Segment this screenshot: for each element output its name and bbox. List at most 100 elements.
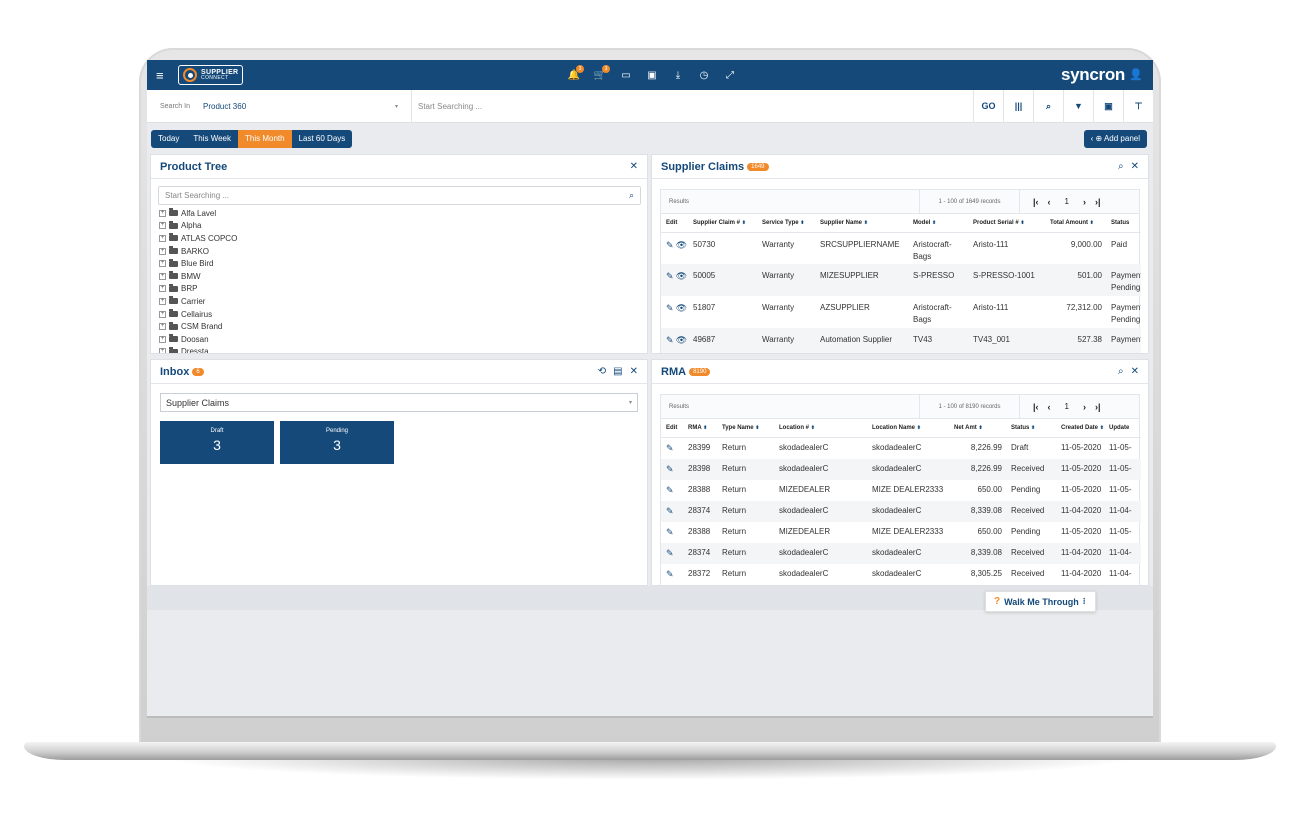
column-header[interactable]: Created Date ⬍ — [1056, 419, 1104, 438]
inbox-tile-draft[interactable]: Draft 3 — [160, 421, 274, 464]
bell-icon[interactable]: 🔔 3 — [561, 64, 587, 81]
expand-icon[interactable]: + — [159, 335, 166, 343]
expand-icon[interactable]: ⤢ — [717, 70, 743, 81]
sort-icon[interactable]: ⬍ — [811, 425, 815, 431]
date-filter-this-week[interactable]: This Week — [186, 130, 238, 148]
save-icon[interactable]: ▣ — [1093, 89, 1123, 123]
sort-icon[interactable]: ⬍ — [1031, 425, 1035, 431]
sort-icon[interactable]: ⬍ — [864, 220, 868, 226]
next-page-icon[interactable]: › — [1083, 402, 1086, 412]
prev-page-icon[interactable]: ‹ — [1048, 197, 1051, 207]
expand-icon[interactable]: + — [159, 247, 166, 255]
page-number[interactable]: 1 — [1060, 197, 1074, 206]
close-icon[interactable]: ✕ — [1131, 366, 1139, 377]
close-icon[interactable]: ✕ — [1131, 161, 1139, 172]
column-header[interactable]: Status — [1106, 214, 1141, 233]
sort-icon[interactable]: ⬍ — [1100, 425, 1104, 431]
view-icon[interactable]: 👁 — [676, 271, 687, 281]
global-search-input[interactable]: Start Searching ... — [411, 89, 973, 123]
column-header[interactable]: Status ⬍ — [1006, 419, 1056, 438]
table-row[interactable]: ✎ 28372 Return skodadealerC skodadealerC 8,30… — [661, 564, 1141, 585]
date-filter-today[interactable]: Today — [151, 130, 187, 148]
table-row[interactable]: ✎ 👁 51807 Warranty AZSUPPLIER Aristocraft-Ba… — [661, 296, 1141, 328]
column-header[interactable]: Supplier Claim # ⬍ — [688, 214, 757, 233]
table-row[interactable]: ✎ 28374 Return skodadealerC skodadealerC 8,33… — [661, 542, 1141, 564]
table-row[interactable]: ✎ 28388 Return MIZEDEALER MIZE DEALER2333 650… — [661, 522, 1141, 543]
inbox-tile-pending[interactable]: Pending 3 — [280, 421, 394, 464]
sort-icon[interactable]: ⬍ — [755, 425, 759, 431]
sort-icon[interactable]: ⬍ — [978, 425, 982, 431]
close-icon[interactable]: ✕ — [630, 366, 638, 377]
tree-search-input[interactable]: Start Searching ... ⌕ — [158, 186, 641, 205]
view-icon[interactable]: 👁 — [676, 303, 687, 313]
expand-icon[interactable]: + — [159, 285, 166, 293]
expand-icon[interactable]: + — [159, 209, 166, 217]
inbox-type-select[interactable]: Supplier Claims ▾ — [160, 393, 638, 412]
tree-node[interactable]: + Cellairus — [159, 308, 647, 321]
sort-icon[interactable]: ⬍ — [932, 220, 936, 226]
column-header[interactable]: Model ⬍ — [908, 214, 968, 233]
sort-icon[interactable]: ⬍ — [917, 425, 921, 431]
last-page-icon[interactable]: ›| — [1095, 197, 1101, 207]
expand-icon[interactable]: + — [159, 310, 166, 318]
pencil-icon[interactable]: ✎ — [666, 443, 674, 453]
advanced-search-icon[interactable]: ⌕ — [1118, 366, 1124, 377]
column-header[interactable]: Update — [1104, 419, 1141, 438]
tree-node[interactable]: + Blue Bird — [159, 257, 647, 270]
prev-page-icon[interactable]: ‹ — [1048, 402, 1051, 412]
search-icon[interactable]: ⌕ — [629, 190, 634, 201]
expand-icon[interactable]: + — [159, 260, 166, 268]
column-header[interactable]: Location Name ⬍ — [867, 419, 949, 438]
column-header[interactable]: Service Type ⬍ — [757, 214, 815, 233]
pencil-icon[interactable]: ✎ — [666, 240, 674, 250]
tree-node[interactable]: + BMW — [159, 270, 647, 283]
table-row[interactable]: ✎ 👁 50005 Warranty MIZESUPPLIER S-PRESSO S-PR… — [661, 264, 1141, 296]
last-page-icon[interactable]: ›| — [1095, 402, 1101, 412]
sort-icon[interactable]: ⬍ — [1020, 220, 1024, 226]
go-button[interactable]: GO — [973, 89, 1003, 123]
column-header[interactable]: Product Serial # ⬍ — [968, 214, 1045, 233]
advanced-search-icon[interactable]: ⌕ — [1118, 161, 1124, 172]
column-header[interactable]: RMA ⬍ — [683, 419, 717, 438]
advanced-search-icon[interactable]: ⌕ — [1033, 89, 1063, 123]
tree-node[interactable]: + ATLAS COPCO — [159, 232, 647, 245]
hamburger-menu-icon[interactable]: ≡ — [156, 68, 168, 83]
edit-icon[interactable]: ▣ — [639, 70, 665, 81]
barcode-icon[interactable]: ||| — [1003, 89, 1033, 123]
next-page-icon[interactable]: › — [1083, 197, 1086, 207]
tree-node[interactable]: + Carrier — [159, 295, 647, 308]
search-scope-select[interactable]: Product 360 — [203, 102, 395, 111]
expand-icon[interactable]: + — [159, 348, 166, 353]
download-icon[interactable]: ⤓ — [665, 70, 691, 81]
close-icon[interactable]: ✕ — [630, 161, 638, 172]
chevron-down-icon[interactable]: ▾ — [395, 103, 411, 110]
sort-icon[interactable]: ⬍ — [742, 220, 746, 226]
table-row[interactable]: ✎ 28374 Return skodadealerC skodadealerC 8,33… — [661, 500, 1141, 522]
sort-icon[interactable]: ⬍ — [1090, 220, 1094, 226]
table-row[interactable]: ✎ 28398 Return skodadealerC skodadealerC 8,22… — [661, 458, 1141, 480]
column-header[interactable]: Net Amt ⬍ — [949, 419, 1006, 438]
add-panel-button[interactable]: ‹ ⊕ Add panel — [1083, 130, 1147, 148]
pencil-icon[interactable]: ✎ — [666, 527, 674, 537]
page-number[interactable]: 1 — [1060, 402, 1074, 411]
table-row[interactable]: ✎ 28388 Return MIZEDEALER MIZE DEALER2333 650… — [661, 480, 1141, 501]
clock-icon[interactable]: ◷ — [691, 70, 717, 81]
pencil-icon[interactable]: ✎ — [666, 335, 674, 345]
expand-icon[interactable]: + — [159, 234, 166, 242]
calendar-icon[interactable]: ▤ — [613, 366, 622, 377]
pencil-icon[interactable]: ✎ — [666, 548, 674, 558]
app-logo[interactable]: SUPPLIER CONNECT — [178, 65, 244, 85]
expand-icon[interactable]: + — [159, 222, 166, 230]
view-icon[interactable]: 👁 — [676, 240, 687, 250]
first-page-icon[interactable]: |‹ — [1033, 402, 1039, 412]
tree-node[interactable]: + BARKO — [159, 245, 647, 258]
walk-me-through-button[interactable]: ? Walk Me Through ⁝ — [985, 591, 1096, 612]
sort-icon[interactable]: ⬍ — [703, 425, 707, 431]
pencil-icon[interactable]: ✎ — [666, 464, 674, 474]
date-filter-this-month[interactable]: This Month — [238, 130, 292, 148]
tree-node[interactable]: + BRP — [159, 283, 647, 296]
user-icon[interactable]: 👤 — [1129, 68, 1143, 81]
pencil-icon[interactable]: ✎ — [666, 303, 674, 313]
sort-icon[interactable]: ⬍ — [800, 220, 804, 226]
first-page-icon[interactable]: |‹ — [1033, 197, 1039, 207]
